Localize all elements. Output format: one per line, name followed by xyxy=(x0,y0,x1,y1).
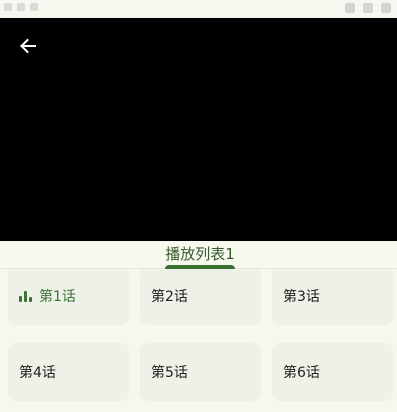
episode-content: 第2话 xyxy=(151,269,188,325)
tab-playlist-1[interactable]: 播放列表1 xyxy=(164,243,236,269)
back-arrow-icon xyxy=(20,38,36,54)
wifi-icon xyxy=(345,3,355,13)
status-icons-left xyxy=(4,3,38,11)
battery-icon xyxy=(381,3,391,13)
video-player[interactable] xyxy=(0,18,397,241)
signal-icon xyxy=(363,3,373,13)
equalizer-bar xyxy=(19,296,22,302)
back-button[interactable] xyxy=(14,32,42,60)
episode-label: 第2话 xyxy=(151,289,188,305)
episode-card-1[interactable]: 第1话 xyxy=(8,269,129,325)
episode-content: 第1话 xyxy=(19,269,76,325)
episode-card-5[interactable]: 第5话 xyxy=(140,343,261,401)
episode-card-2[interactable]: 第2话 xyxy=(140,269,261,325)
episode-label: 第4话 xyxy=(19,365,56,381)
episode-content: 第5话 xyxy=(151,343,188,401)
episode-label: 第5话 xyxy=(151,365,188,381)
equalizer-bars-icon xyxy=(19,290,33,302)
episode-content: 第4话 xyxy=(19,343,56,401)
episode-grid: 第1话 第2话 第3话 第4话 第5话 第6话 xyxy=(0,269,397,412)
status-icons-right xyxy=(345,3,391,13)
equalizer-bar xyxy=(24,291,27,302)
episode-content: 第6话 xyxy=(283,343,320,401)
playlist-tab-bar: 播放列表1 xyxy=(0,241,397,269)
episode-label: 第6话 xyxy=(283,365,320,381)
episode-label: 第1话 xyxy=(39,289,76,305)
tab-label: 播放列表1 xyxy=(165,245,235,263)
episode-card-4[interactable]: 第4话 xyxy=(8,343,129,401)
episode-content: 第3话 xyxy=(283,269,320,325)
episode-card-6[interactable]: 第6话 xyxy=(272,343,393,401)
status-icon xyxy=(30,3,38,11)
equalizer-bar xyxy=(29,297,32,302)
status-icon xyxy=(4,3,12,11)
app-screen: 播放列表1 第1话 第2话 第3话 第4话 第5话 第6话 xyxy=(0,0,397,412)
status-bar xyxy=(0,0,397,18)
episode-card-3[interactable]: 第3话 xyxy=(272,269,393,325)
episode-label: 第3话 xyxy=(283,289,320,305)
status-icon xyxy=(17,3,25,11)
